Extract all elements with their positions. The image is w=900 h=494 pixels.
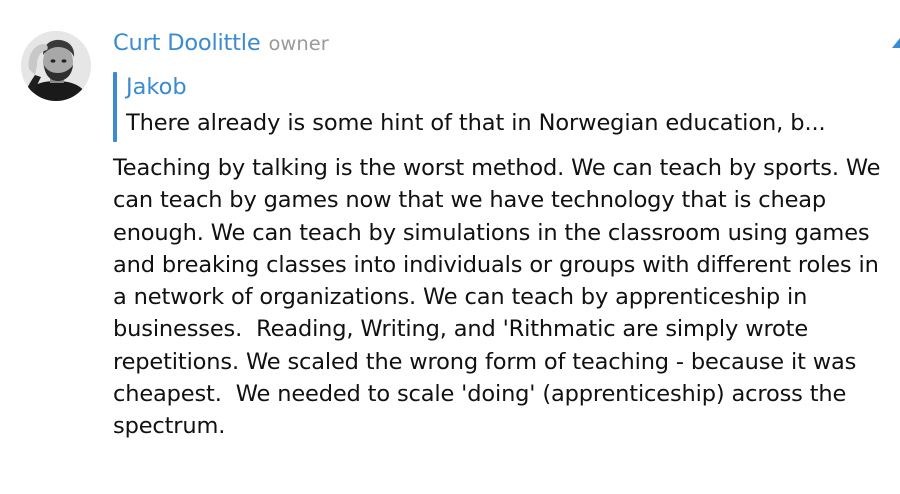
reply-excerpt: There already is some hint of that in No… (126, 110, 826, 136)
reply-accent-bar (113, 72, 117, 142)
sender-name[interactable]: Curt Doolittle (113, 30, 261, 56)
reply-author: Jakob (126, 74, 187, 100)
message-body: Teaching by talking is the worst method.… (113, 155, 888, 440)
chat-message: Curt Doolittle owner Jakob There already… (0, 0, 900, 494)
message-status-icon (892, 38, 900, 48)
sender-role-badge: owner (268, 32, 329, 55)
reply-quote[interactable]: Jakob There already is some hint of that… (113, 72, 883, 142)
avatar-photo (21, 31, 91, 101)
avatar[interactable] (21, 31, 91, 101)
message-header: Curt Doolittle owner (113, 30, 329, 62)
